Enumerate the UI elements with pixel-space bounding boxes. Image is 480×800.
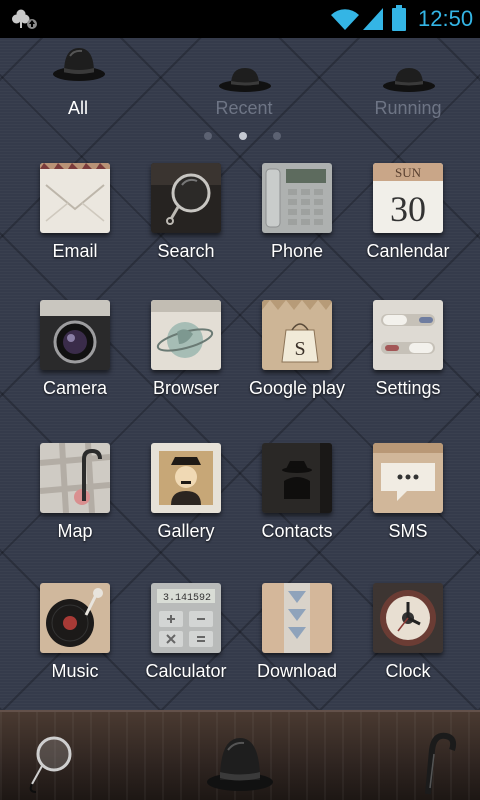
calendar-day: 30 <box>390 189 426 229</box>
app-search[interactable]: Search <box>131 163 241 279</box>
app-label: Map <box>57 521 93 541</box>
camera-icon <box>40 300 110 370</box>
calculator-icon: 3.141592 <box>151 583 221 653</box>
app-label: Clock <box>385 661 431 681</box>
app-label: Search <box>157 241 215 261</box>
app-map[interactable]: Map <box>20 443 130 559</box>
app-phone[interactable]: Phone <box>242 163 352 279</box>
app-label: Browser <box>152 378 219 398</box>
app-label: Phone <box>270 241 324 261</box>
calendar-icon: SUN 30 <box>373 163 443 233</box>
envelope-icon <box>40 163 110 233</box>
app-label: Calculator <box>145 661 227 681</box>
app-label: Camera <box>42 378 108 398</box>
app-label: SMS <box>388 521 428 541</box>
bowler-hat-icon[interactable] <box>206 730 274 792</box>
app-music[interactable]: Music <box>20 583 130 699</box>
app-gallery[interactable]: Gallery <box>131 443 241 559</box>
umbrella-handle-icon[interactable] <box>410 728 460 796</box>
app-label: Download <box>256 661 338 681</box>
app-google-play[interactable]: S Google play <box>242 300 352 416</box>
app-download[interactable]: Download <box>242 583 352 699</box>
app-browser[interactable]: Browser <box>131 300 241 416</box>
app-label: Settings <box>375 378 441 398</box>
monocle-icon[interactable] <box>22 732 76 796</box>
app-label: Gallery <box>157 521 215 541</box>
magnifier-icon <box>151 163 221 233</box>
app-email[interactable]: Email <box>20 163 130 279</box>
app-clock[interactable]: Clock <box>353 583 463 699</box>
dock-shelf <box>0 710 480 800</box>
toggle-switches-icon <box>373 300 443 370</box>
app-label: Canlendar <box>366 241 450 261</box>
paper-bag-icon: S <box>262 300 332 370</box>
app-label: Google play <box>248 378 346 398</box>
calendar-weekday: SUN <box>395 165 422 180</box>
app-camera[interactable]: Camera <box>20 300 130 416</box>
speech-bubble-icon <box>373 443 443 513</box>
app-label: Contacts <box>261 521 333 541</box>
globe-icon <box>151 300 221 370</box>
wall-clock-icon <box>373 583 443 653</box>
map-umbrella-icon <box>40 443 110 513</box>
app-contacts[interactable]: Contacts <box>242 443 352 559</box>
download-box-icon <box>262 583 332 653</box>
record-player-icon <box>40 583 110 653</box>
address-book-icon <box>262 443 332 513</box>
tag-letter: S <box>294 338 305 360</box>
portrait-frame-icon <box>151 443 221 513</box>
desk-phone-icon <box>262 163 332 233</box>
app-sms[interactable]: SMS <box>353 443 463 559</box>
app-settings[interactable]: Settings <box>353 300 463 416</box>
app-calculator[interactable]: 3.141592 Calculator <box>131 583 241 699</box>
calculator-display: 3.141592 <box>163 593 211 604</box>
app-grid: Email Search Phone SUN 30 Canlendar Came… <box>0 0 480 710</box>
app-label: Music <box>51 661 99 681</box>
app-calendar[interactable]: SUN 30 Canlendar <box>353 163 463 279</box>
app-label: Email <box>52 241 98 261</box>
